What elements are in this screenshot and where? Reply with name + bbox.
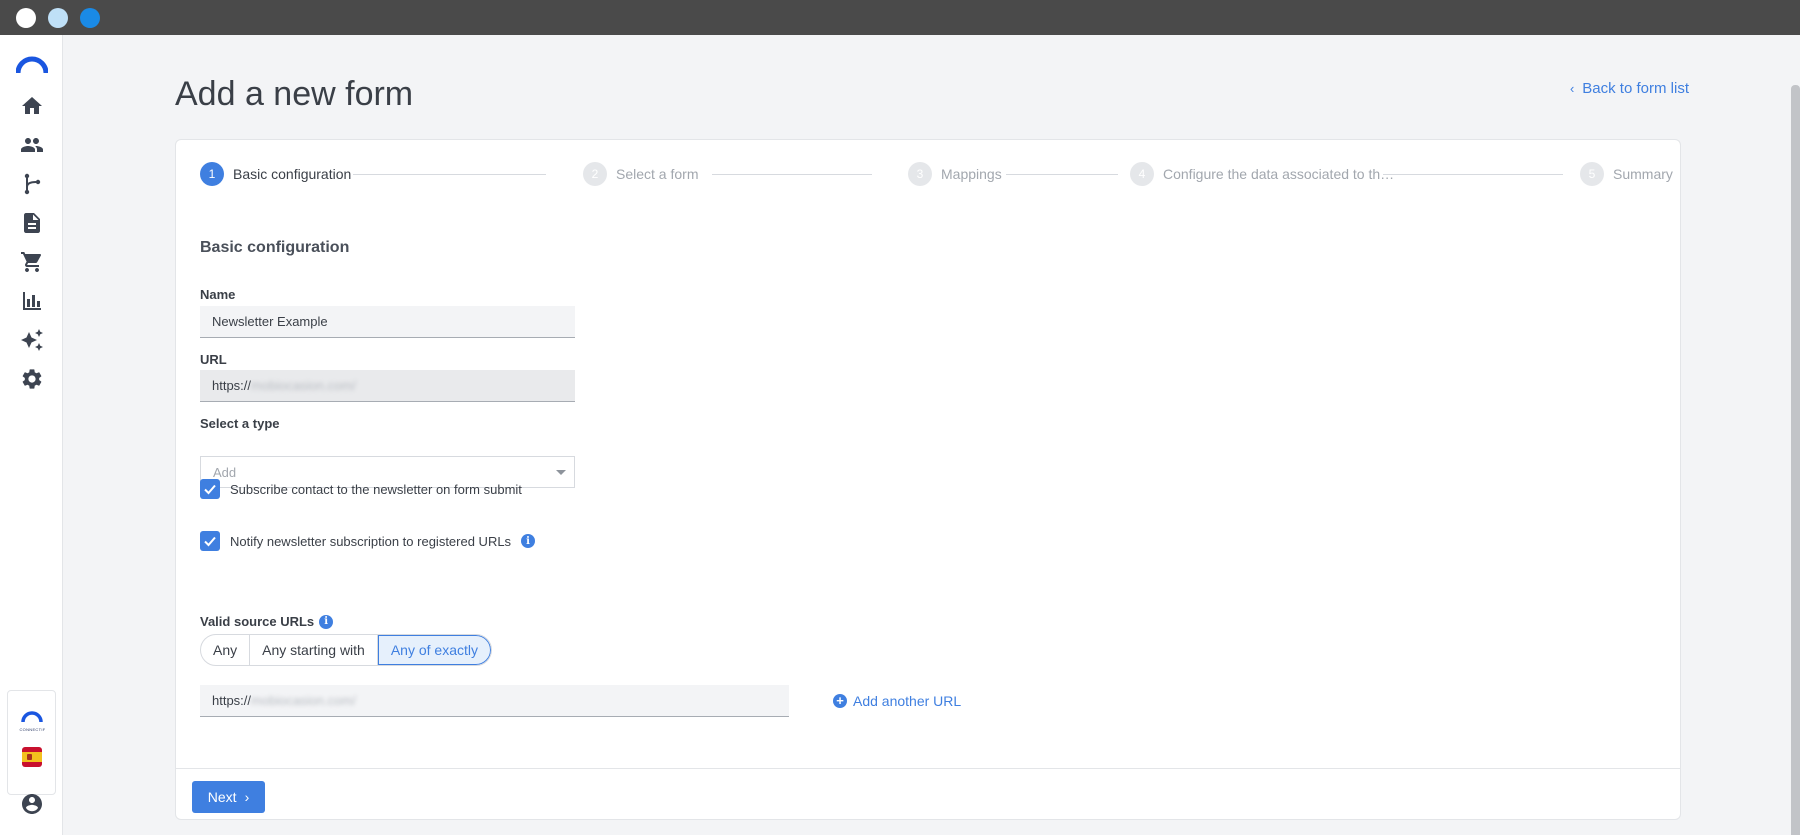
- reports-icon[interactable]: [19, 288, 45, 314]
- notify-checkbox[interactable]: [200, 531, 220, 551]
- step-label: Configure the data associated to th…: [1163, 166, 1395, 182]
- chevron-right-icon: ›: [244, 789, 250, 805]
- name-value: Newsletter Example: [212, 314, 328, 329]
- next-label: Next: [207, 789, 237, 805]
- checkmark-icon: [204, 484, 216, 495]
- step-connector: [712, 174, 872, 175]
- back-to-form-list-link[interactable]: ‹ Back to form list: [1570, 80, 1689, 97]
- user-account-icon[interactable]: [19, 791, 45, 817]
- url-match-toggle: Any Any starting with Any of exactly: [200, 634, 492, 666]
- connectif-logo-icon[interactable]: [16, 55, 48, 75]
- form-wizard-card: 1 Basic configuration 2 Select a form 3 …: [175, 139, 1681, 820]
- content-icon[interactable]: [19, 210, 45, 236]
- url-match-any[interactable]: Any: [201, 635, 251, 665]
- plus-circle-icon: +: [833, 694, 847, 708]
- cart-icon[interactable]: [19, 249, 45, 275]
- window-maximize-button[interactable]: [80, 8, 100, 28]
- add-another-url-button[interactable]: + Add another URL: [833, 693, 961, 709]
- page-title: Add a new form: [175, 75, 414, 113]
- step-mappings[interactable]: 3 Mappings: [908, 162, 1002, 186]
- window-titlebar: [0, 0, 1800, 35]
- type-label: Select a type: [200, 416, 280, 431]
- step-number: 5: [1580, 162, 1604, 186]
- window-minimize-button[interactable]: [48, 8, 68, 28]
- step-number: 1: [200, 162, 224, 186]
- caret-down-icon: [556, 470, 566, 475]
- home-icon[interactable]: [19, 93, 45, 119]
- type-placeholder: Add: [213, 464, 237, 480]
- subscribe-label: Subscribe contact to the newsletter on f…: [230, 481, 522, 497]
- add-url-label: Add another URL: [853, 693, 962, 709]
- chevron-left-icon: ‹: [1569, 81, 1575, 96]
- step-summary[interactable]: 5 Summary: [1580, 162, 1673, 186]
- step-basic-configuration[interactable]: 1 Basic configuration: [200, 162, 351, 186]
- sidebar: CONNECTIF: [0, 35, 63, 835]
- name-label: Name: [200, 287, 236, 302]
- subscribe-checkbox[interactable]: [200, 479, 220, 499]
- card-divider: [176, 768, 1680, 769]
- account-logo-text: CONNECTIF: [19, 727, 46, 732]
- step-label: Basic configuration: [233, 166, 352, 182]
- spain-flag-icon[interactable]: [22, 747, 42, 767]
- back-link-label: Back to form list: [1582, 80, 1689, 97]
- step-connector: [353, 174, 546, 175]
- notify-label: Notify newsletter subscription to regist…: [230, 533, 512, 549]
- checkmark-icon: [204, 536, 216, 547]
- step-number: 2: [583, 162, 607, 186]
- step-label: Summary: [1613, 166, 1673, 182]
- step-select-a-form[interactable]: 2 Select a form: [583, 162, 698, 186]
- source-url-blurred-domain: mobiocasion.com/: [251, 693, 356, 708]
- notify-checkbox-row: Notify newsletter subscription to regist…: [200, 531, 536, 551]
- valid-urls-label-row: Valid source URLs i: [200, 614, 334, 629]
- sparkle-icon[interactable]: [19, 327, 45, 353]
- step-label: Mappings: [941, 166, 1002, 182]
- next-button[interactable]: Next ›: [192, 781, 265, 813]
- url-prefix: https://: [212, 378, 252, 393]
- gear-icon[interactable]: [19, 366, 45, 392]
- section-title: Basic configuration: [200, 239, 350, 256]
- window-close-button[interactable]: [16, 8, 36, 28]
- source-url-prefix: https://: [212, 693, 252, 708]
- account-switcher[interactable]: CONNECTIF: [7, 690, 56, 795]
- connectif-mini-logo-icon: [21, 711, 43, 723]
- url-match-starting-with[interactable]: Any starting with: [250, 635, 378, 665]
- scrollbar[interactable]: [1791, 85, 1800, 835]
- wizard-stepper: 1 Basic configuration 2 Select a form 3 …: [200, 162, 1673, 186]
- step-label: Select a form: [616, 166, 699, 182]
- url-blurred-domain: mobiocasion.com/: [251, 378, 356, 393]
- url-label: URL: [200, 352, 227, 367]
- info-icon[interactable]: i: [521, 534, 536, 548]
- contacts-icon[interactable]: [19, 132, 45, 158]
- subscribe-checkbox-row: Subscribe contact to the newsletter on f…: [200, 479, 522, 499]
- step-number: 3: [908, 162, 932, 186]
- main-content: Add a new form ‹ Back to form list 1 Bas…: [63, 35, 1800, 835]
- workflow-icon[interactable]: [19, 171, 45, 197]
- url-match-exactly[interactable]: Any of exactly: [377, 635, 491, 665]
- url-input: https:// mobiocasion.com/: [200, 370, 575, 402]
- info-icon[interactable]: i: [319, 614, 334, 629]
- step-connector: [1006, 174, 1118, 175]
- step-configure-data[interactable]: 4 Configure the data associated to th…: [1130, 162, 1394, 186]
- step-number: 4: [1130, 162, 1154, 186]
- source-url-input[interactable]: https:// mobiocasion.com/: [200, 685, 789, 717]
- valid-urls-label: Valid source URLs: [200, 614, 315, 629]
- step-connector: [1383, 174, 1563, 175]
- name-input[interactable]: Newsletter Example: [200, 306, 575, 338]
